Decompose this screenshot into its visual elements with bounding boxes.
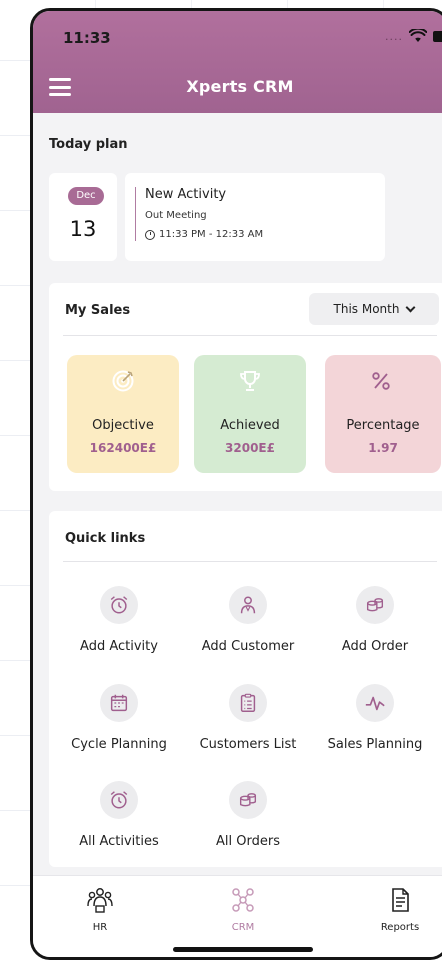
day-number: 13 [69,217,97,241]
tab-hr[interactable]: HR [55,886,145,933]
quick-link-label: Cycle Planning [71,737,167,752]
achieved-label: Achieved [220,418,280,433]
app-header: 11:33 .... Xperts CRM [33,11,442,113]
status-icons: .... [385,29,442,43]
home-indicator [173,947,313,952]
percentage-value: 1.97 [368,441,398,455]
percentage-label: Percentage [346,418,420,433]
chevron-down-icon [406,302,416,312]
tab-label: HR [92,922,108,933]
today-plan-title: Today plan [49,137,128,152]
achieved-value: 3200E£ [225,441,275,455]
report-document-icon [392,888,409,912]
quick-link-label: Add Activity [80,639,158,654]
percent-icon [372,372,390,390]
quick-link-label: All Orders [216,834,280,849]
activity-card[interactable]: New Activity Out Meeting 11:33 PM - 12:3… [125,173,385,261]
my-sales-card: My Sales This Month Objective 162400E£ A… [49,283,442,491]
activity-divider [135,187,136,241]
team-icon [87,888,113,913]
app-title: Xperts CRM [186,77,294,96]
target-icon [112,370,134,392]
date-card[interactable]: Dec 13 [49,173,117,261]
quick-link-label: Add Customer [201,639,295,654]
clock-icon [145,229,155,240]
coins-icon [239,793,257,807]
percentage-card[interactable]: Percentage 1.97 [325,355,441,473]
coins-icon [366,598,384,612]
objective-label: Objective [92,418,154,433]
objective-card[interactable]: Objective 162400E£ [67,355,179,473]
tab-reports[interactable]: Reports [355,886,442,933]
calendar-icon [110,694,128,712]
period-value: This Month [333,302,400,316]
activity-time-row: 11:33 PM - 12:33 AM [145,229,263,240]
tab-label: CRM [231,922,255,933]
objective-value: 162400E£ [89,441,157,455]
activity-title: New Activity [145,187,227,202]
quick-link-label: Add Order [341,639,409,654]
wifi-icon [409,29,427,42]
pulse-chart-icon [365,696,385,711]
icon-circle [356,684,394,722]
network-icon [232,888,254,912]
customer-icon [240,596,256,614]
quick-link-label: Sales Planning [327,737,423,752]
icon-circle [229,586,267,624]
icon-circle [100,684,138,722]
tab-label: Reports [380,922,420,933]
quick-link-label: Customers List [199,737,297,752]
clipboard-list-icon [240,693,256,712]
icon-circle [356,586,394,624]
alarm-clock-icon [110,791,128,809]
divider [63,335,437,336]
icon-circle [100,781,138,819]
status-time: 11:33 [63,29,111,47]
phone-frame: 11:33 .... Xperts CRM Today plan Dec 13 … [30,8,442,960]
activity-type: Out Meeting [145,210,207,221]
activity-time: 11:33 PM - 12:33 AM [159,229,264,240]
achieved-card[interactable]: Achieved 3200E£ [194,355,306,473]
icon-circle [229,684,267,722]
quick-links-title: Quick links [65,531,146,546]
divider [63,561,437,562]
alarm-clock-icon [110,596,128,614]
battery-icon [433,30,442,42]
month-badge: Dec [68,187,104,205]
my-sales-title: My Sales [65,303,131,318]
tab-crm[interactable]: CRM [198,886,288,933]
trophy-icon [240,371,260,391]
icon-circle [100,586,138,624]
signal-dots: .... [385,29,403,43]
period-dropdown[interactable]: This Month [309,293,439,325]
quick-links-card: Quick links Add Activity Add Customer Ad… [49,511,442,867]
icon-circle [229,781,267,819]
quick-link-label: All Activities [79,834,159,849]
